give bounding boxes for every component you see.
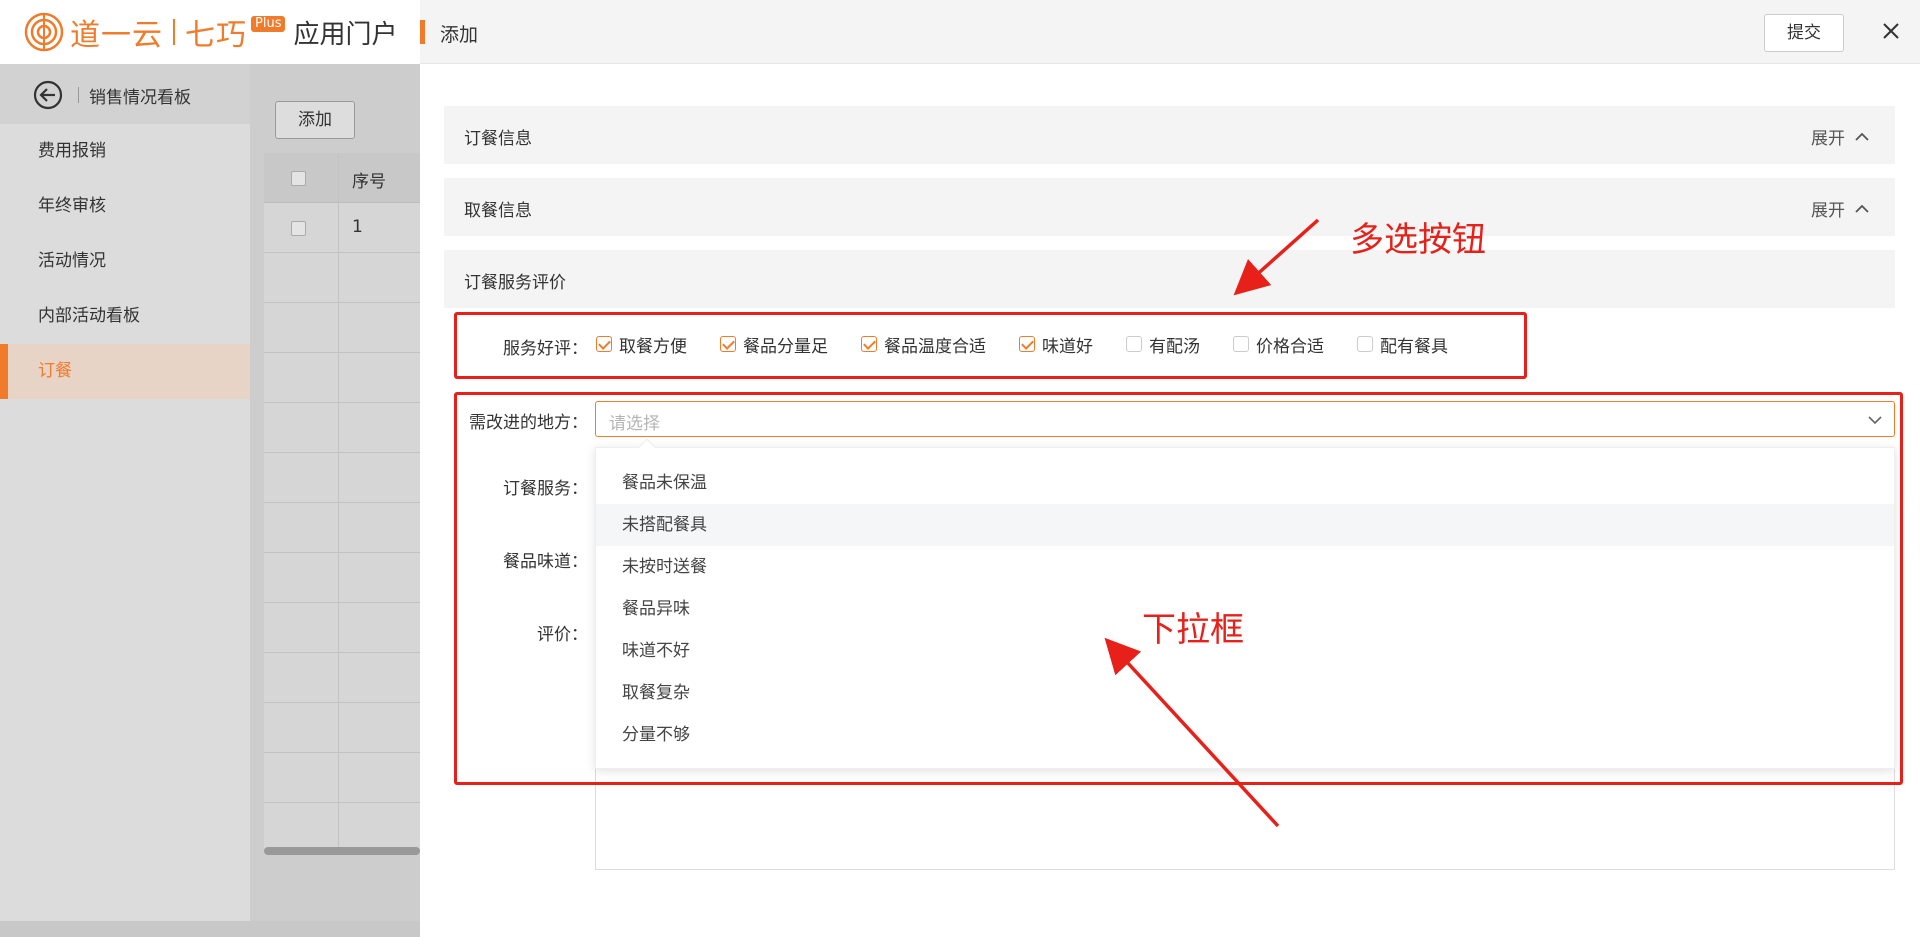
table-row	[264, 603, 420, 653]
table-row	[264, 653, 420, 703]
brand-name: 道一云	[70, 18, 163, 53]
close-icon[interactable]	[1878, 18, 1904, 44]
drawer-title: 添加	[440, 24, 479, 46]
sidebar-item-activity[interactable]: 活动情况	[0, 234, 250, 289]
brand-plus-badge: Plus	[251, 16, 286, 32]
annotation-text-checkboxes: 多选按钮	[1350, 220, 1486, 260]
back-arrow-icon[interactable]	[33, 80, 63, 110]
table-column-divider	[338, 153, 339, 853]
add-button[interactable]: 添加	[275, 101, 355, 139]
annotation-box-dropdown	[454, 392, 1903, 785]
section-service-review: 订餐服务评价	[444, 250, 1895, 308]
sidebar-header-divider	[78, 87, 79, 103]
data-table: 序号 1	[264, 153, 420, 853]
sidebar: 销售情况看板 费用报销 年终审核 活动情况 内部活动看板 订餐	[0, 64, 250, 921]
table-row	[264, 453, 420, 503]
sidebar-item-expense[interactable]: 费用报销	[0, 124, 250, 179]
section-toggle-label: 展开	[1811, 129, 1845, 149]
section-expand-toggle[interactable]: 展开	[1811, 196, 1871, 221]
table-horizontal-scrollbar[interactable]	[264, 847, 420, 855]
sidebar-item-meal-order[interactable]: 订餐	[0, 344, 250, 399]
brand-sub: 七巧	[185, 18, 247, 53]
chevron-up-icon	[1855, 204, 1869, 213]
drawer-header-accent	[420, 20, 425, 44]
table-header: 序号	[264, 153, 420, 203]
chevron-up-icon	[1855, 132, 1869, 141]
section-pickup-info[interactable]: 取餐信息 展开	[444, 178, 1895, 236]
table-row	[264, 353, 420, 403]
brand[interactable]: 道一云 七巧 Plus 应用门户	[24, 12, 398, 53]
bottom-strip	[0, 921, 420, 937]
sidebar-item-year-end-review[interactable]: 年终审核	[0, 179, 250, 234]
table-row	[264, 253, 420, 303]
row-checkbox[interactable]	[291, 221, 306, 236]
section-order-info[interactable]: 订餐信息 展开	[444, 106, 1895, 164]
table-row	[264, 403, 420, 453]
table-row	[264, 753, 420, 803]
table-row	[264, 303, 420, 353]
portal-title: 应用门户	[293, 19, 398, 50]
drawer-header: 添加 提交	[420, 0, 1920, 64]
section-title: 取餐信息	[464, 201, 532, 221]
annotation-box-checkboxes	[454, 312, 1527, 379]
annotation-text-dropdown: 下拉框	[1142, 610, 1244, 650]
brand-logo-icon	[24, 12, 64, 52]
table-row	[264, 503, 420, 553]
section-toggle-label: 展开	[1811, 201, 1845, 221]
table-row	[264, 703, 420, 753]
brand-separator	[173, 19, 175, 45]
section-title: 订餐服务评价	[464, 273, 566, 293]
table-cell-seq: 1	[352, 217, 363, 237]
section-expand-toggle[interactable]: 展开	[1811, 124, 1871, 149]
table-header-seq: 序号	[352, 172, 386, 192]
submit-button[interactable]: 提交	[1764, 14, 1844, 52]
sidebar-item-internal-board[interactable]: 内部活动看板	[0, 289, 250, 344]
sidebar-header-title: 销售情况看板	[89, 88, 191, 108]
table-row[interactable]: 1	[264, 203, 420, 253]
select-all-checkbox[interactable]	[291, 171, 306, 186]
table-row	[264, 553, 420, 603]
section-title: 订餐信息	[464, 129, 532, 149]
sidebar-header: 销售情况看板	[0, 64, 250, 124]
